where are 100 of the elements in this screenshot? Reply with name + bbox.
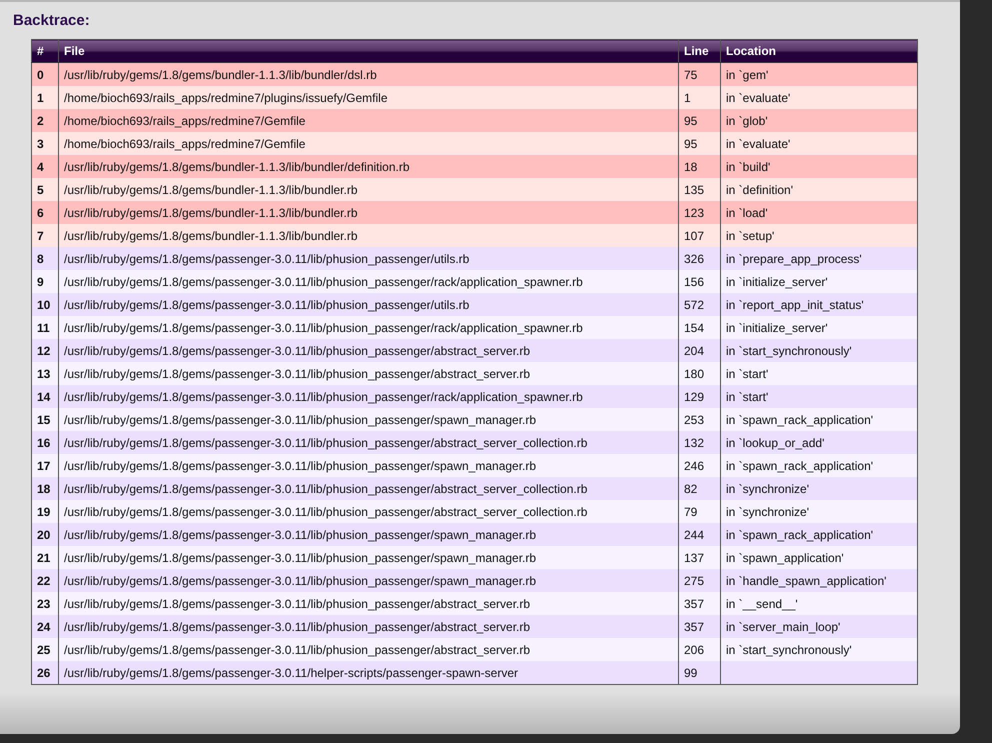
frame-number: 0 — [32, 62, 58, 86]
method-location: in `definition' — [720, 178, 918, 201]
file-path: /usr/lib/ruby/gems/1.8/gems/passenger-3.0.11/lib/phusion_passenger/abstract_server.rb — [58, 362, 678, 385]
frame-number: 20 — [32, 523, 58, 546]
frame-number: 5 — [32, 178, 58, 201]
frame-number: 7 — [32, 224, 58, 247]
file-path: /usr/lib/ruby/gems/1.8/gems/passenger-3.0.11/lib/phusion_passenger/rack/application_spawner.rb — [58, 385, 678, 408]
method-location: in `prepare_app_process' — [720, 247, 918, 270]
frame-number: 10 — [32, 293, 58, 316]
file-path: /usr/lib/ruby/gems/1.8/gems/passenger-3.0.11/lib/phusion_passenger/abstract_server.rb — [58, 592, 678, 615]
line-number: 156 — [678, 270, 720, 293]
file-path: /usr/lib/ruby/gems/1.8/gems/passenger-3.0.11/lib/phusion_passenger/utils.rb — [58, 293, 678, 316]
file-path: /usr/lib/ruby/gems/1.8/gems/passenger-3.0.11/lib/phusion_passenger/abstract_server.rb — [58, 638, 678, 661]
line-number: 79 — [678, 500, 720, 523]
frame-number: 21 — [32, 546, 58, 569]
file-path: /usr/lib/ruby/gems/1.8/gems/bundler-1.1.3/lib/bundler.rb — [58, 224, 678, 247]
frame-number: 17 — [32, 454, 58, 477]
method-location: in `synchronize' — [720, 500, 918, 523]
line-number: 154 — [678, 316, 720, 339]
line-number: 18 — [678, 155, 720, 178]
method-location: in `spawn_rack_application' — [720, 523, 918, 546]
line-number: 107 — [678, 224, 720, 247]
frame-number: 26 — [32, 661, 58, 684]
line-number: 123 — [678, 201, 720, 224]
line-number: 95 — [678, 132, 720, 155]
method-location: in `start_synchronously' — [720, 638, 918, 661]
file-path: /home/bioch693/rails_apps/redmine7/Gemfile — [58, 132, 678, 155]
file-path: /usr/lib/ruby/gems/1.8/gems/bundler-1.1.3/lib/bundler/dsl.rb — [58, 62, 678, 86]
method-location: in `synchronize' — [720, 477, 918, 500]
frame-number: 22 — [32, 569, 58, 592]
file-path: /home/bioch693/rails_apps/redmine7/Gemfile — [58, 109, 678, 132]
frame-number: 25 — [32, 638, 58, 661]
frame-number: 23 — [32, 592, 58, 615]
file-path: /usr/lib/ruby/gems/1.8/gems/passenger-3.0.11/lib/phusion_passenger/rack/application_spawner.rb — [58, 316, 678, 339]
line-number: 246 — [678, 454, 720, 477]
file-path: /usr/lib/ruby/gems/1.8/gems/passenger-3.0.11/lib/phusion_passenger/spawn_manager.rb — [58, 408, 678, 431]
file-path: /usr/lib/ruby/gems/1.8/gems/passenger-3.0.11/lib/phusion_passenger/utils.rb — [58, 247, 678, 270]
method-location: in `handle_spawn_application' — [720, 569, 918, 592]
method-location: in `evaluate' — [720, 132, 918, 155]
method-location: in `setup' — [720, 224, 918, 247]
line-number: 253 — [678, 408, 720, 431]
frame-number: 1 — [32, 86, 58, 109]
frame-number: 13 — [32, 362, 58, 385]
file-path: /usr/lib/ruby/gems/1.8/gems/passenger-3.0.11/helper-scripts/passenger-spawn-server — [58, 661, 678, 684]
file-path: /usr/lib/ruby/gems/1.8/gems/passenger-3.0.11/lib/phusion_passenger/abstract_server_collection.rb — [58, 477, 678, 500]
line-number: 180 — [678, 362, 720, 385]
file-path: /usr/lib/ruby/gems/1.8/gems/bundler-1.1.3/lib/bundler/definition.rb — [58, 155, 678, 178]
method-location: in `glob' — [720, 109, 918, 132]
line-number: 357 — [678, 615, 720, 638]
line-number: 137 — [678, 546, 720, 569]
frame-number: 2 — [32, 109, 58, 132]
column-header: Line — [678, 40, 720, 62]
method-location: in `gem' — [720, 62, 918, 86]
line-number: 572 — [678, 293, 720, 316]
file-path: /usr/lib/ruby/gems/1.8/gems/passenger-3.0.11/lib/phusion_passenger/abstract_server.rb — [58, 615, 678, 638]
column-header: File — [58, 40, 678, 62]
line-number: 244 — [678, 523, 720, 546]
line-number: 129 — [678, 385, 720, 408]
frame-number: 14 — [32, 385, 58, 408]
method-location: in `spawn_rack_application' — [720, 408, 918, 431]
file-path: /usr/lib/ruby/gems/1.8/gems/passenger-3.0.11/lib/phusion_passenger/spawn_manager.rb — [58, 454, 678, 477]
column-header: # — [32, 40, 58, 62]
method-location: in `evaluate' — [720, 86, 918, 109]
line-number: 99 — [678, 661, 720, 684]
method-location: in `start' — [720, 362, 918, 385]
frame-number: 9 — [32, 270, 58, 293]
frame-number: 12 — [32, 339, 58, 362]
line-number: 206 — [678, 638, 720, 661]
frame-number: 11 — [32, 316, 58, 339]
file-path: /usr/lib/ruby/gems/1.8/gems/passenger-3.0.11/lib/phusion_passenger/spawn_manager.rb — [58, 546, 678, 569]
line-number: 75 — [678, 62, 720, 86]
frame-number: 4 — [32, 155, 58, 178]
frame-number: 15 — [32, 408, 58, 431]
method-location: in `lookup_or_add' — [720, 431, 918, 454]
method-location: in `start' — [720, 385, 918, 408]
frame-number: 18 — [32, 477, 58, 500]
file-path: /usr/lib/ruby/gems/1.8/gems/passenger-3.0.11/lib/phusion_passenger/spawn_manager.rb — [58, 569, 678, 592]
method-location: in `server_main_loop' — [720, 615, 918, 638]
file-path: /usr/lib/ruby/gems/1.8/gems/passenger-3.0.11/lib/phusion_passenger/abstract_server.rb — [58, 339, 678, 362]
method-location: in `build' — [720, 155, 918, 178]
line-number: 357 — [678, 592, 720, 615]
frame-number: 6 — [32, 201, 58, 224]
method-location: in `spawn_rack_application' — [720, 454, 918, 477]
line-number: 82 — [678, 477, 720, 500]
method-location: in `start_synchronously' — [720, 339, 918, 362]
frame-number: 24 — [32, 615, 58, 638]
line-number: 204 — [678, 339, 720, 362]
file-path: /usr/lib/ruby/gems/1.8/gems/passenger-3.0.11/lib/phusion_passenger/rack/application_spawner.rb — [58, 270, 678, 293]
section-title: Backtrace: — [13, 12, 91, 30]
method-location: in `load' — [720, 201, 918, 224]
method-location: in `initialize_server' — [720, 270, 918, 293]
line-number: 1 — [678, 86, 720, 109]
line-number: 132 — [678, 431, 720, 454]
file-path: /usr/lib/ruby/gems/1.8/gems/passenger-3.0.11/lib/phusion_passenger/abstract_server_collection.rb — [58, 500, 678, 523]
method-location: in `spawn_application' — [720, 546, 918, 569]
method-location: in `report_app_init_status' — [720, 293, 918, 316]
frame-number: 3 — [32, 132, 58, 155]
line-number: 135 — [678, 178, 720, 201]
column-header: Location — [720, 40, 918, 62]
file-path: /home/bioch693/rails_apps/redmine7/plugins/issuefy/Gemfile — [58, 86, 678, 109]
